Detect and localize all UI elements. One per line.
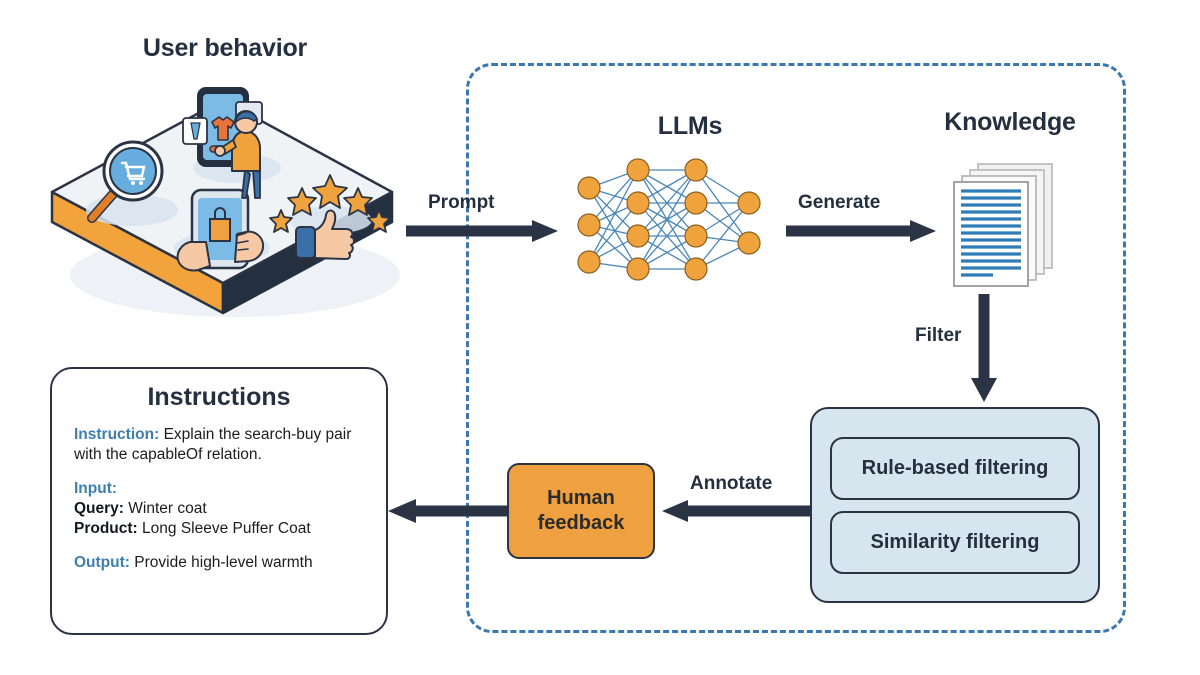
product-line: Product: Long Sleeve Puffer Coat (74, 519, 364, 539)
instructions-heading: Instructions (147, 383, 291, 411)
user-behavior-title: User behavior (142, 34, 308, 62)
arrow-label-annotate: Annotate (690, 473, 773, 494)
output-key: Output: (74, 554, 130, 571)
similarity-filtering-pill[interactable]: Similarity filtering (830, 510, 1080, 574)
arrow-feedback-to-instructions (388, 499, 508, 523)
product-value: Long Sleeve Puffer Coat (142, 520, 311, 537)
instruction-key: Instruction: (74, 426, 160, 443)
query-line: Query: Winter coat (74, 499, 364, 519)
instructions-card: Instructions Instruction: Explain the se… (50, 367, 388, 635)
knowledge-title: Knowledge (944, 108, 1076, 136)
input-key: Input: (74, 480, 118, 497)
arrow-prompt (406, 220, 558, 242)
arrow-label-filter: Filter (915, 325, 962, 346)
output-value: Provide high-level warmth (134, 554, 313, 571)
human-feedback-box[interactable]: Human feedback (507, 463, 655, 559)
arrow-generate (786, 220, 936, 242)
user-behavior-illustration (40, 70, 410, 320)
output-line: Output: Provide high-level warmth (74, 553, 364, 573)
arrow-label-prompt: Prompt (428, 192, 495, 213)
knowledge-documents-icon (950, 160, 1070, 305)
input-label: Input: (74, 479, 364, 499)
arrow-annotate (662, 500, 810, 522)
diagram-canvas: User behavior Prompt LLMs Generate Knowl… (0, 0, 1200, 675)
instruction-block: Instruction: Explain the search-buy pair… (74, 425, 364, 465)
arrow-filter (971, 294, 997, 402)
llms-title: LLMs (657, 112, 723, 140)
filtering-container: Rule-based filtering Similarity filterin… (810, 407, 1100, 603)
query-key: Query: (74, 500, 124, 517)
instruction-line: Instruction: Explain the search-buy pair… (74, 425, 364, 465)
query-value: Winter coat (128, 500, 207, 517)
human-feedback-line2: feedback (537, 512, 625, 534)
output-block: Output: Provide high-level warmth (74, 553, 364, 573)
product-key: Product: (74, 520, 138, 537)
llms-neural-network-icon (572, 155, 772, 305)
human-feedback-line1: Human (547, 487, 615, 509)
input-block: Input: Query: Winter coat Product: Long … (74, 479, 364, 539)
rule-based-filtering-pill[interactable]: Rule-based filtering (830, 436, 1080, 500)
arrow-label-generate: Generate (798, 192, 881, 213)
